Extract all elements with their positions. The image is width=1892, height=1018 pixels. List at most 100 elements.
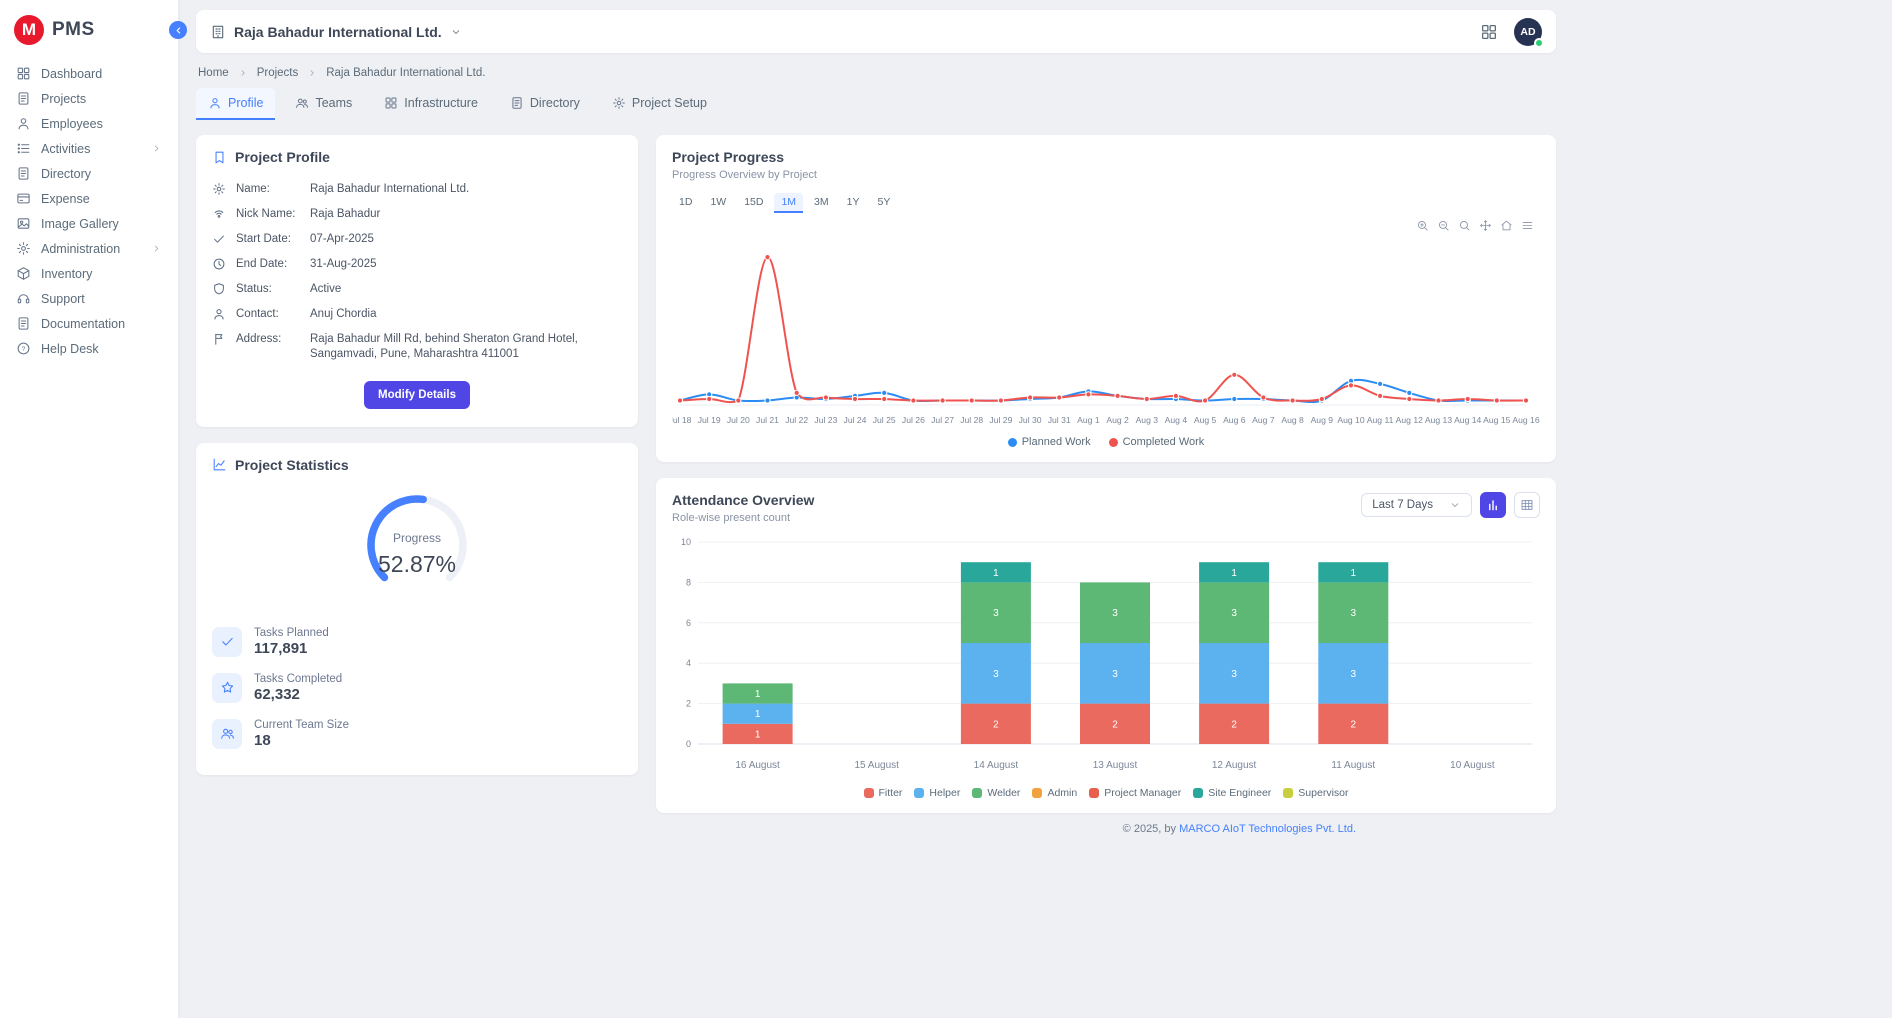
avatar-initials: AD [1520,26,1535,38]
chart-icon [212,457,227,472]
sidebar-item-dashboard[interactable]: Dashboard [0,61,178,86]
legend-label: Fitter [879,787,903,799]
svg-text:0: 0 [686,739,691,749]
progress-chart-legend: Planned Work Completed Work [672,436,1540,448]
svg-text:2: 2 [1351,719,1357,730]
legend-label: Admin [1047,787,1077,799]
sidebar-item-administration[interactable]: Administration [0,236,178,261]
progress-line-chart[interactable]: Jul 18Jul 19Jul 20Jul 21Jul 22Jul 23Jul … [672,219,1540,436]
svg-text:13 August: 13 August [1093,760,1138,771]
sidebar-item-activities[interactable]: Activities [0,136,178,161]
top-header: Raja Bahadur International Ltd. AD [196,10,1556,53]
field-value: Anuj Chordia [310,307,376,322]
attendance-bar-chart[interactable]: 024681016 August11115 August14 August233… [672,532,1540,787]
legend-item-fitter[interactable]: Fitter [864,787,903,799]
tab-infrastructure[interactable]: Infrastructure [372,88,490,120]
image-gallery-icon [16,216,31,231]
menu-icon[interactable] [1521,219,1534,232]
project-progress-card: Project Progress Progress Overview by Pr… [656,135,1556,462]
sidebar-item-documentation[interactable]: Documentation [0,311,178,336]
field-label: Start Date: [236,232,300,247]
bookmark-icon [212,150,227,165]
zoom-in-icon[interactable] [1416,219,1429,232]
svg-text:Aug 13: Aug 13 [1425,415,1452,425]
legend-item-site-engineer[interactable]: Site Engineer [1193,787,1271,799]
tab-profile[interactable]: Profile [196,88,275,120]
field-label: Nick Name: [236,207,300,222]
tab-project-setup[interactable]: Project Setup [600,88,719,120]
apps-grid-button[interactable] [1480,23,1498,41]
legend-label: Completed Work [1123,436,1205,448]
legend-label: Project Manager [1104,787,1181,799]
sidebar-item-projects[interactable]: Projects [0,86,178,111]
sidebar: M PMS DashboardProjectsEmployeesActiviti… [0,0,178,1018]
svg-text:1: 1 [1231,568,1237,579]
table-view-button[interactable] [1514,492,1540,518]
building-icon [210,24,226,40]
company-link[interactable]: MARCO AIoT Technologies Pvt. Ltd. [1179,823,1356,835]
legend-item-admin[interactable]: Admin [1032,787,1077,799]
company-switcher[interactable]: Raja Bahadur International Ltd. [210,24,462,40]
breadcrumb-projects[interactable]: Projects [257,67,299,79]
sidebar-item-inventory[interactable]: Inventory [0,261,178,286]
sidebar-item-expense[interactable]: Expense [0,186,178,211]
modify-details-button[interactable]: Modify Details [364,381,470,409]
profile-field-status: Status:Active [212,277,622,302]
legend-item-helper[interactable]: Helper [914,787,960,799]
bar-view-button[interactable] [1480,492,1506,518]
legend-item-supervisor[interactable]: Supervisor [1283,787,1348,799]
legend-item-planned-work[interactable]: Planned Work [1008,436,1091,448]
attendance-title: Attendance Overview [672,492,814,508]
range-3m-button[interactable]: 3M [807,193,836,213]
svg-text:1: 1 [755,729,761,740]
user-avatar[interactable]: AD [1514,18,1542,46]
field-label: Contact: [236,307,300,322]
online-status-dot [1534,38,1544,48]
svg-text:12 August: 12 August [1212,760,1257,771]
legend-label: Planned Work [1022,436,1091,448]
zoom-icon[interactable] [1458,219,1471,232]
svg-text:Aug 14: Aug 14 [1454,415,1481,425]
range-1m-button[interactable]: 1M [774,193,803,213]
sidebar-item-label: Inventory [41,267,92,281]
svg-text:Jul 28: Jul 28 [960,415,983,425]
legend-item-project-manager[interactable]: Project Manager [1089,787,1181,799]
tab-directory[interactable]: Directory [498,88,592,120]
legend-marker [1283,788,1293,798]
range-1d-button[interactable]: 1D [672,193,699,213]
legend-marker [864,788,874,798]
sidebar-item-employees[interactable]: Employees [0,111,178,136]
sidebar-item-help-desk[interactable]: ?Help Desk [0,336,178,361]
stat-value: 62,332 [254,686,342,703]
range-15d-button[interactable]: 15D [737,193,770,213]
legend-item-welder[interactable]: Welder [972,787,1020,799]
sidebar-collapse-button[interactable] [169,21,187,39]
range-1y-button[interactable]: 1Y [840,193,867,213]
sidebar-item-support[interactable]: Support [0,286,178,311]
attendance-range-select[interactable]: Last 7 Days [1361,493,1472,517]
sidebar-item-directory[interactable]: Directory [0,161,178,186]
profile-field-address: Address:Raja Bahadur Mill Rd, behind She… [212,327,622,367]
field-value: 31-Aug-2025 [310,257,377,272]
svg-text:Aug 16: Aug 16 [1512,415,1539,425]
app-logo[interactable]: M PMS [0,0,178,61]
tab-teams[interactable]: Teams [283,88,364,120]
svg-text:Aug 11: Aug 11 [1367,415,1394,425]
zoom-out-icon[interactable] [1437,219,1450,232]
home-icon[interactable] [1500,219,1513,232]
pan-icon[interactable] [1479,219,1492,232]
range-5y-button[interactable]: 5Y [870,193,897,213]
legend-item-completed-work[interactable]: Completed Work [1109,436,1205,448]
statistics-list: Tasks Planned117,891Tasks Completed62,33… [212,627,622,749]
profile-field-start-date: Start Date:07-Apr-2025 [212,227,622,252]
time-range-selector: 1D1W15D1M3M1Y5Y [672,193,1540,213]
sidebar-item-label: Directory [41,167,91,181]
svg-text:11 August: 11 August [1331,760,1375,771]
svg-text:Jul 29: Jul 29 [989,415,1012,425]
svg-text:Aug 6: Aug 6 [1223,415,1246,425]
breadcrumb-home[interactable]: Home [198,67,229,79]
legend-marker [1089,788,1099,798]
range-1w-button[interactable]: 1W [703,193,733,213]
field-label: Status: [236,282,300,297]
sidebar-item-image-gallery[interactable]: Image Gallery [0,211,178,236]
